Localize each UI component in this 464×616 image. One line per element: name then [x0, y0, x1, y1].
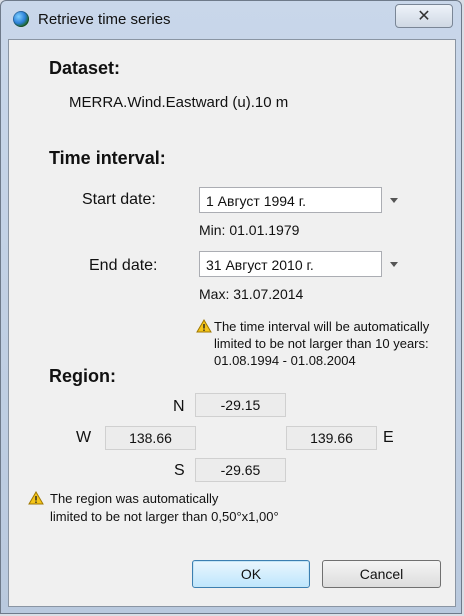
warning-icon	[196, 319, 212, 333]
dataset-name: MERRA.Wind.Eastward (u).10 m	[69, 94, 289, 111]
warning-icon	[28, 491, 44, 505]
ok-button[interactable]: OK	[192, 560, 310, 588]
east-label: E	[383, 429, 394, 446]
south-field[interactable]: -29.65	[195, 458, 286, 482]
west-label: W	[76, 429, 92, 446]
min-date-text: Min: 01.01.1979	[199, 222, 300, 238]
dataset-heading: Dataset:	[49, 58, 121, 78]
dialog-window: Retrieve time series ✕ Dataset: MERRA.Wi…	[0, 0, 462, 614]
globe-icon	[13, 11, 29, 27]
close-button[interactable]: ✕	[395, 4, 453, 28]
end-date-picker[interactable]: 31 Август 2010 г.	[199, 251, 382, 277]
region-warning-line-1: The region was automatically	[50, 491, 219, 506]
north-label: N	[173, 398, 185, 415]
region-heading: Region:	[49, 366, 116, 386]
time-warning-line-1: The time interval will be automatically	[214, 319, 430, 334]
chevron-down-icon[interactable]	[385, 187, 403, 213]
time-interval-heading: Time interval:	[49, 148, 166, 168]
window-title: Retrieve time series	[38, 11, 171, 28]
start-date-label: Start date:	[82, 191, 156, 208]
chevron-down-icon[interactable]	[385, 251, 403, 277]
south-label: S	[174, 462, 185, 479]
max-date-text: Max: 31.07.2014	[199, 286, 304, 302]
start-date-picker[interactable]: 1 Август 1994 г.	[199, 187, 382, 213]
cancel-button[interactable]: Cancel	[322, 560, 441, 588]
north-field[interactable]: -29.15	[195, 393, 286, 417]
dialog-content: Dataset: MERRA.Wind.Eastward (u).10 m Ti…	[8, 39, 456, 607]
east-field[interactable]: 139.66	[286, 426, 377, 450]
close-icon: ✕	[417, 8, 431, 25]
end-date-label: End date:	[89, 257, 158, 274]
title-bar[interactable]: Retrieve time series ✕	[1, 1, 461, 39]
region-warning-line-2: limited to be not larger than 0,50°x1,00…	[50, 509, 279, 524]
time-warning-line-3: 01.08.1994 - 01.08.2004	[214, 353, 356, 368]
west-field[interactable]: 138.66	[105, 426, 196, 450]
time-warning-line-2: limited to be not larger than 10 years:	[214, 336, 429, 351]
